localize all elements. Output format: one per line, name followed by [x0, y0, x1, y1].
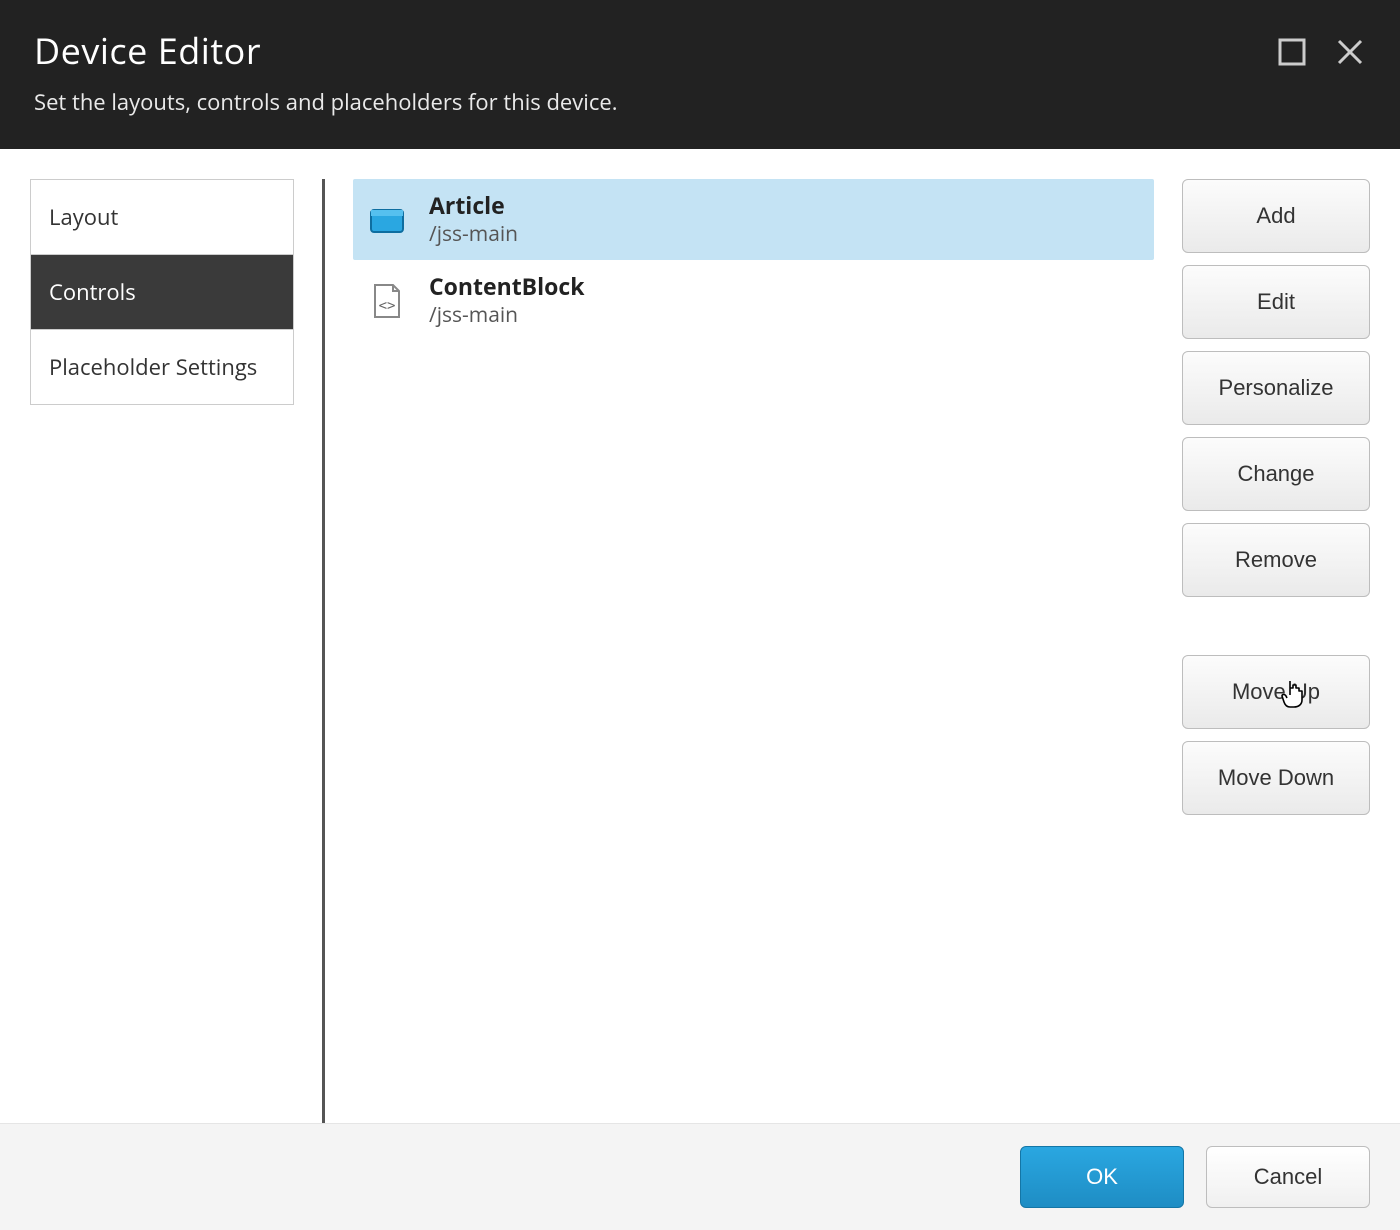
list-item-title: ContentBlock [429, 272, 585, 302]
list-item-placeholder: /jss-main [429, 302, 585, 329]
move-up-button[interactable]: Move Up [1182, 655, 1370, 729]
remove-button[interactable]: Remove [1182, 523, 1370, 597]
dialog-footer: OK Cancel [0, 1123, 1400, 1230]
edit-button[interactable]: Edit [1182, 265, 1370, 339]
move-down-button[interactable]: Move Down [1182, 741, 1370, 815]
folder-icon [367, 200, 407, 240]
change-button[interactable]: Change [1182, 437, 1370, 511]
ok-button[interactable]: OK [1020, 1146, 1184, 1208]
svg-text:<>: <> [379, 298, 396, 314]
actions-panel: Add Edit Personalize Change Remove Move … [1182, 179, 1370, 1123]
dialog-header: Device Editor Set the layouts, controls … [0, 0, 1400, 149]
sidebar-tabs: Layout Controls Placeholder Settings [30, 179, 294, 405]
close-icon[interactable] [1334, 36, 1366, 68]
add-button[interactable]: Add [1182, 179, 1370, 253]
tab-layout[interactable]: Layout [31, 180, 293, 255]
code-file-icon: <> [367, 281, 407, 321]
controls-list: Article /jss-main <> ContentBlock [353, 179, 1154, 1123]
dialog-title: Device Editor [34, 26, 617, 75]
maximize-icon[interactable] [1276, 36, 1308, 68]
list-item[interactable]: Article /jss-main [353, 179, 1154, 260]
dialog-subtitle: Set the layouts, controls and placeholde… [34, 87, 617, 117]
cancel-button[interactable]: Cancel [1206, 1146, 1370, 1208]
list-item-placeholder: /jss-main [429, 221, 518, 248]
list-item-title: Article [429, 191, 518, 221]
tab-placeholder-settings[interactable]: Placeholder Settings [31, 330, 293, 404]
personalize-button[interactable]: Personalize [1182, 351, 1370, 425]
tab-controls[interactable]: Controls [31, 255, 293, 330]
list-item[interactable]: <> ContentBlock /jss-main [353, 260, 1154, 341]
